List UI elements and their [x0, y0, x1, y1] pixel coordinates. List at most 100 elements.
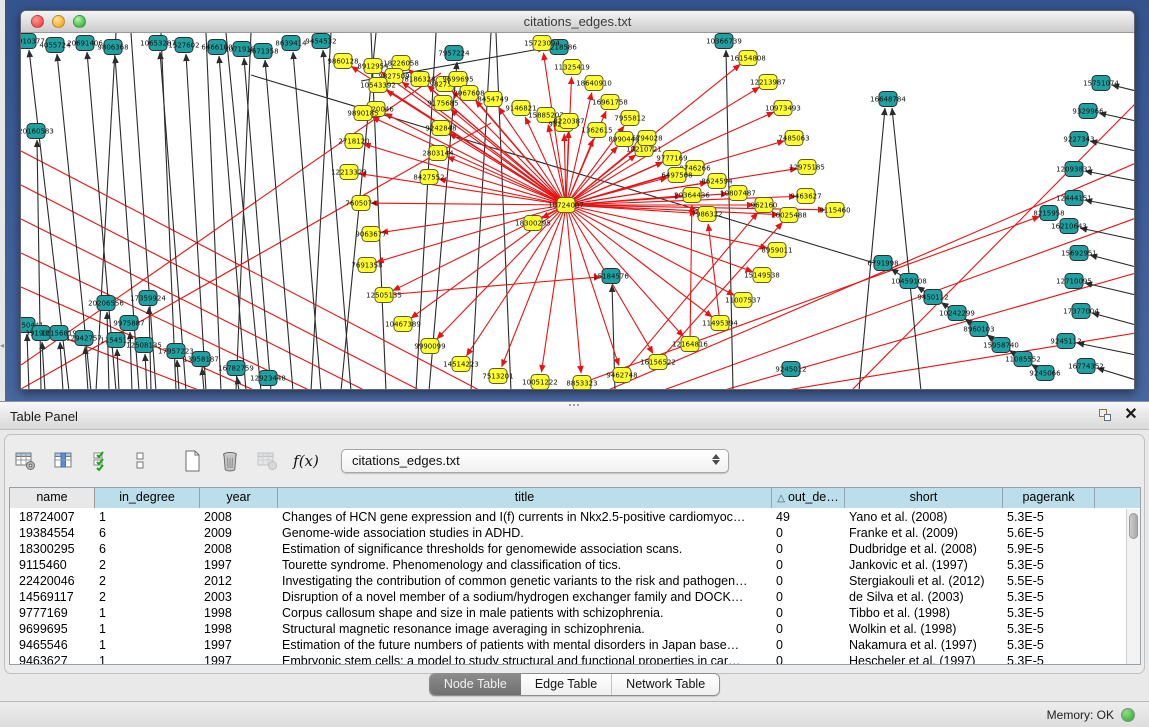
column-header-year[interactable]: year — [200, 488, 278, 508]
cell-title: Changes of HCN gene expression and I(f) … — [278, 509, 772, 525]
table-row[interactable]: 1938455462009Genome-wide association stu… — [10, 525, 1126, 541]
status-bar: Memory: OK — [0, 701, 1149, 727]
cell-name: 9465546 — [10, 637, 95, 653]
dropdown-arrows-icon — [712, 454, 720, 465]
delete-table-button[interactable] — [217, 447, 243, 475]
graph-node-label: 17359924 — [130, 295, 166, 303]
graph-node-label: 9463627 — [790, 193, 821, 201]
table-selector-dropdown[interactable]: citations_edges.txt — [341, 449, 729, 473]
graph-node-label: 7513201 — [482, 373, 513, 381]
table-settings-button[interactable] — [13, 447, 39, 475]
graph-node-label: 8853323 — [566, 380, 597, 388]
graph-edge-arrow — [186, 54, 206, 389]
table-row[interactable]: 1456911722003Disruption of a novel membe… — [10, 589, 1126, 605]
node-table: namein_degreeyeartitle△out_de…shortpager… — [9, 487, 1141, 665]
graph-edge — [467, 205, 566, 356]
table-row[interactable]: 2242004622012Investigating the contribut… — [10, 573, 1126, 589]
table-toolbar: f(x) citations_edges.txt — [13, 443, 729, 479]
graph-node-label: 2718120 — [338, 138, 369, 146]
cell-title: Corpus callosum shape and size in male p… — [278, 605, 772, 621]
graph-edge-arrow — [145, 354, 147, 389]
graph-node-label: 20206556 — [88, 300, 124, 308]
table-tabs-bar: Node TableEdge TableNetwork Table — [0, 673, 1149, 696]
cell-in_degree: 1 — [95, 621, 200, 637]
graph-edge — [708, 224, 720, 323]
graph-node-label: 16156522 — [640, 359, 676, 367]
column-header-name[interactable]: name — [10, 488, 95, 508]
graph-node-label: 9890185 — [347, 110, 378, 118]
float-panel-icon[interactable] — [1097, 408, 1113, 424]
cell-name: 19384554 — [10, 525, 95, 541]
graph-node-label: 17957223 — [158, 348, 194, 356]
graph-node-label: 10366739 — [706, 38, 742, 46]
graph-node-label: 18724007 — [548, 202, 584, 210]
graph-edge-arrow — [177, 360, 179, 389]
splitter-collapse-icon[interactable]: ◂ — [0, 341, 5, 350]
show-column-button[interactable] — [51, 447, 77, 475]
graph-node-label: 16648784 — [870, 96, 906, 104]
network-window-title: citations_edges.txt — [21, 14, 1134, 29]
column-header-in_degree[interactable]: in_degree — [95, 488, 200, 508]
graph-node-label: 9242848 — [425, 125, 456, 133]
column-header-out_degree[interactable]: △out_de… — [772, 488, 845, 508]
network-window[interactable]: citations_edges.txt 16910377405572420691… — [20, 10, 1135, 390]
column-header-title[interactable]: title — [278, 488, 772, 508]
table-vertical-scrollbar[interactable] — [1126, 509, 1140, 664]
cell-name: 18724007 — [10, 509, 95, 525]
cell-out_degree: 0 — [772, 621, 845, 637]
tab-network-table[interactable]: Network Table — [611, 674, 719, 695]
graph-node-label: 20364436 — [674, 192, 710, 200]
scrollbar-thumb[interactable] — [1129, 513, 1138, 539]
table-row[interactable]: 1872400712008Changes of HCN gene express… — [10, 509, 1126, 525]
new-table-button[interactable] — [179, 447, 205, 475]
table-row[interactable]: 946362711997Embryonic stem cells: a mode… — [10, 653, 1126, 664]
table-row[interactable]: 969969511998Structural magnetic resonanc… — [10, 621, 1126, 637]
tab-node-table[interactable]: Node Table — [430, 674, 521, 695]
graph-edge-arrow — [117, 349, 119, 389]
network-canvas[interactable]: 1691037740557242069140698063681065328715… — [21, 33, 1134, 389]
cell-year: 1998 — [200, 621, 278, 637]
graph-node-label: 10051222 — [522, 379, 558, 387]
graph-node-label: 8624594 — [701, 178, 733, 186]
cell-out_degree: 49 — [772, 509, 845, 525]
table-row[interactable]: 911546021997Tourette syndrome. Phenomeno… — [10, 557, 1126, 573]
graph-edge-arrow — [265, 60, 293, 389]
cell-title: Embryonic stem cells: a model to study s… — [278, 653, 772, 664]
column-header-short[interactable]: short — [845, 488, 1003, 508]
graph-node-label: 8639414 — [275, 40, 307, 48]
cell-pagerank: 5.3E-5 — [1003, 605, 1095, 621]
function-builder-button[interactable]: f(x) — [293, 447, 319, 475]
network-window-titlebar[interactable]: citations_edges.txt — [21, 11, 1134, 33]
table-row[interactable]: 977716911998Corpus callosum shape and si… — [10, 605, 1126, 621]
table-row[interactable]: 1830029562008Estimation of significance … — [10, 541, 1126, 557]
network-graph-svg[interactable]: 1691037740557242069140698063681065328715… — [21, 33, 1134, 389]
graph-edge-segment — [161, 33, 176, 389]
row-height-button[interactable] — [127, 447, 153, 475]
graph-edge-arrow — [37, 140, 41, 389]
graph-edge-arrow — [1077, 343, 1134, 355]
graph-edge-arrow — [1090, 141, 1134, 151]
graph-node-label: 12093832 — [1056, 166, 1092, 174]
graph-edge-segment — [496, 33, 511, 389]
cell-name: 14569117 — [10, 589, 95, 605]
cell-short: Franke et al. (2009) — [845, 525, 1003, 541]
graph-node-label: 8427552 — [413, 174, 444, 182]
cell-name: 9463627 — [10, 653, 95, 664]
column-header-filler — [1095, 488, 1140, 508]
split-drag-handle[interactable] — [568, 403, 580, 407]
select-columns-button[interactable] — [89, 447, 115, 475]
table-header-row: namein_degreeyeartitle△out_de…shortpager… — [10, 488, 1140, 508]
tab-edge-table[interactable]: Edge Table — [521, 674, 611, 695]
graph-node-label: 4671358 — [247, 48, 278, 56]
graph-node-label: 9462748 — [606, 372, 637, 380]
cell-pagerank: 5.3E-5 — [1003, 509, 1095, 525]
column-header-pagerank[interactable]: pagerank — [1003, 488, 1095, 508]
cell-name: 9115460 — [10, 557, 95, 573]
cell-out_degree: 0 — [772, 589, 845, 605]
close-panel-icon[interactable]: ✕ — [1123, 406, 1139, 424]
graph-node-label: 10807487 — [720, 190, 756, 198]
table-row[interactable]: 946554611997Estimation of the future num… — [10, 637, 1126, 653]
cell-pagerank: 5.3E-5 — [1003, 557, 1095, 573]
graph-node-label: 10973493 — [765, 105, 801, 113]
graph-node-label: 10025488 — [771, 212, 807, 220]
